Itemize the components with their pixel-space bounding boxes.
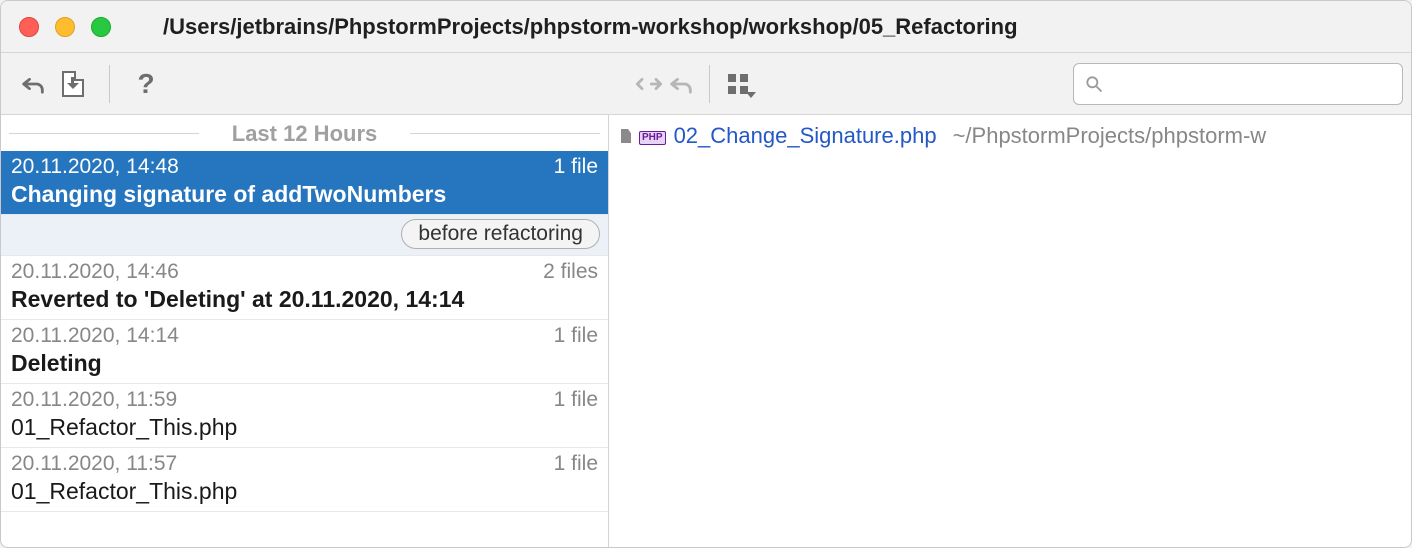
history-item[interactable]: 20.11.2020, 14:48 1 file Changing signat… xyxy=(1,151,608,215)
history-tag-row: before refactoring xyxy=(1,215,608,256)
history-item[interactable]: 20.11.2020, 14:14 1 file Deleting xyxy=(1,320,608,384)
file-line[interactable]: PHP 02_Change_Signature.php ~/PhpstormPr… xyxy=(619,121,1411,149)
detail-panel: PHP 02_Change_Signature.php ~/PhpstormPr… xyxy=(609,115,1411,547)
compare-arrows-icon xyxy=(633,68,665,100)
minimize-window-button[interactable] xyxy=(55,17,75,37)
search-icon xyxy=(1084,74,1104,94)
search-input[interactable] xyxy=(1112,73,1392,94)
history-item-files: 1 file xyxy=(554,155,598,179)
create-patch-icon[interactable] xyxy=(57,68,89,100)
maximize-window-button[interactable] xyxy=(91,17,111,37)
history-item-date: 20.11.2020, 14:46 xyxy=(11,260,179,284)
history-item-date: 20.11.2020, 14:48 xyxy=(11,155,179,179)
window: /Users/jetbrains/PhpstormProjects/phpsto… xyxy=(0,0,1412,548)
history-item-date: 20.11.2020, 11:57 xyxy=(11,452,177,476)
history-item-date: 20.11.2020, 11:59 xyxy=(11,388,177,412)
group-by-icon[interactable] xyxy=(722,68,754,100)
body: Last 12 Hours 20.11.2020, 14:48 1 file C… xyxy=(1,115,1411,547)
history-item-title: Reverted to 'Deleting' at 20.11.2020, 14… xyxy=(11,286,598,313)
titlebar: /Users/jetbrains/PhpstormProjects/phpsto… xyxy=(1,1,1411,53)
history-item[interactable]: 20.11.2020, 11:59 1 file 01_Refactor_Thi… xyxy=(1,384,608,448)
history-tag[interactable]: before refactoring xyxy=(401,219,600,249)
close-window-button[interactable] xyxy=(19,17,39,37)
history-item-files: 1 file xyxy=(554,388,598,412)
revert-icon[interactable] xyxy=(17,68,49,100)
history-item-files: 2 files xyxy=(543,260,598,284)
history-item-title: Deleting xyxy=(11,350,598,377)
toolbar-right xyxy=(609,53,1411,114)
undo-icon xyxy=(665,68,697,100)
history-item-title: 01_Refactor_This.php xyxy=(11,478,598,505)
group-header: Last 12 Hours xyxy=(1,115,608,151)
traffic-lights xyxy=(19,17,111,37)
history-item-title: 01_Refactor_This.php xyxy=(11,414,598,441)
history-item-date: 20.11.2020, 14:14 xyxy=(11,324,179,348)
search-box[interactable] xyxy=(1073,63,1403,105)
window-title: /Users/jetbrains/PhpstormProjects/phpsto… xyxy=(163,14,1018,40)
file-path: ~/PhpstormProjects/phpstorm-w xyxy=(953,123,1267,149)
toolbar-left: ? xyxy=(1,53,609,114)
toolbar-separator xyxy=(109,65,110,103)
history-item-files: 1 file xyxy=(554,324,598,348)
toolbar: ? xyxy=(1,53,1411,115)
help-icon[interactable]: ? xyxy=(130,68,162,100)
file-name: 02_Change_Signature.php xyxy=(674,123,937,149)
history-item[interactable]: 20.11.2020, 14:46 2 files Reverted to 'D… xyxy=(1,256,608,320)
toolbar-separator-2 xyxy=(709,65,710,103)
history-item-files: 1 file xyxy=(554,452,598,476)
history-item[interactable]: 20.11.2020, 11:57 1 file 01_Refactor_Thi… xyxy=(1,448,608,512)
history-panel: Last 12 Hours 20.11.2020, 14:48 1 file C… xyxy=(1,115,609,547)
history-item-title: Changing signature of addTwoNumbers xyxy=(11,181,598,208)
php-file-icon: PHP xyxy=(619,129,666,143)
